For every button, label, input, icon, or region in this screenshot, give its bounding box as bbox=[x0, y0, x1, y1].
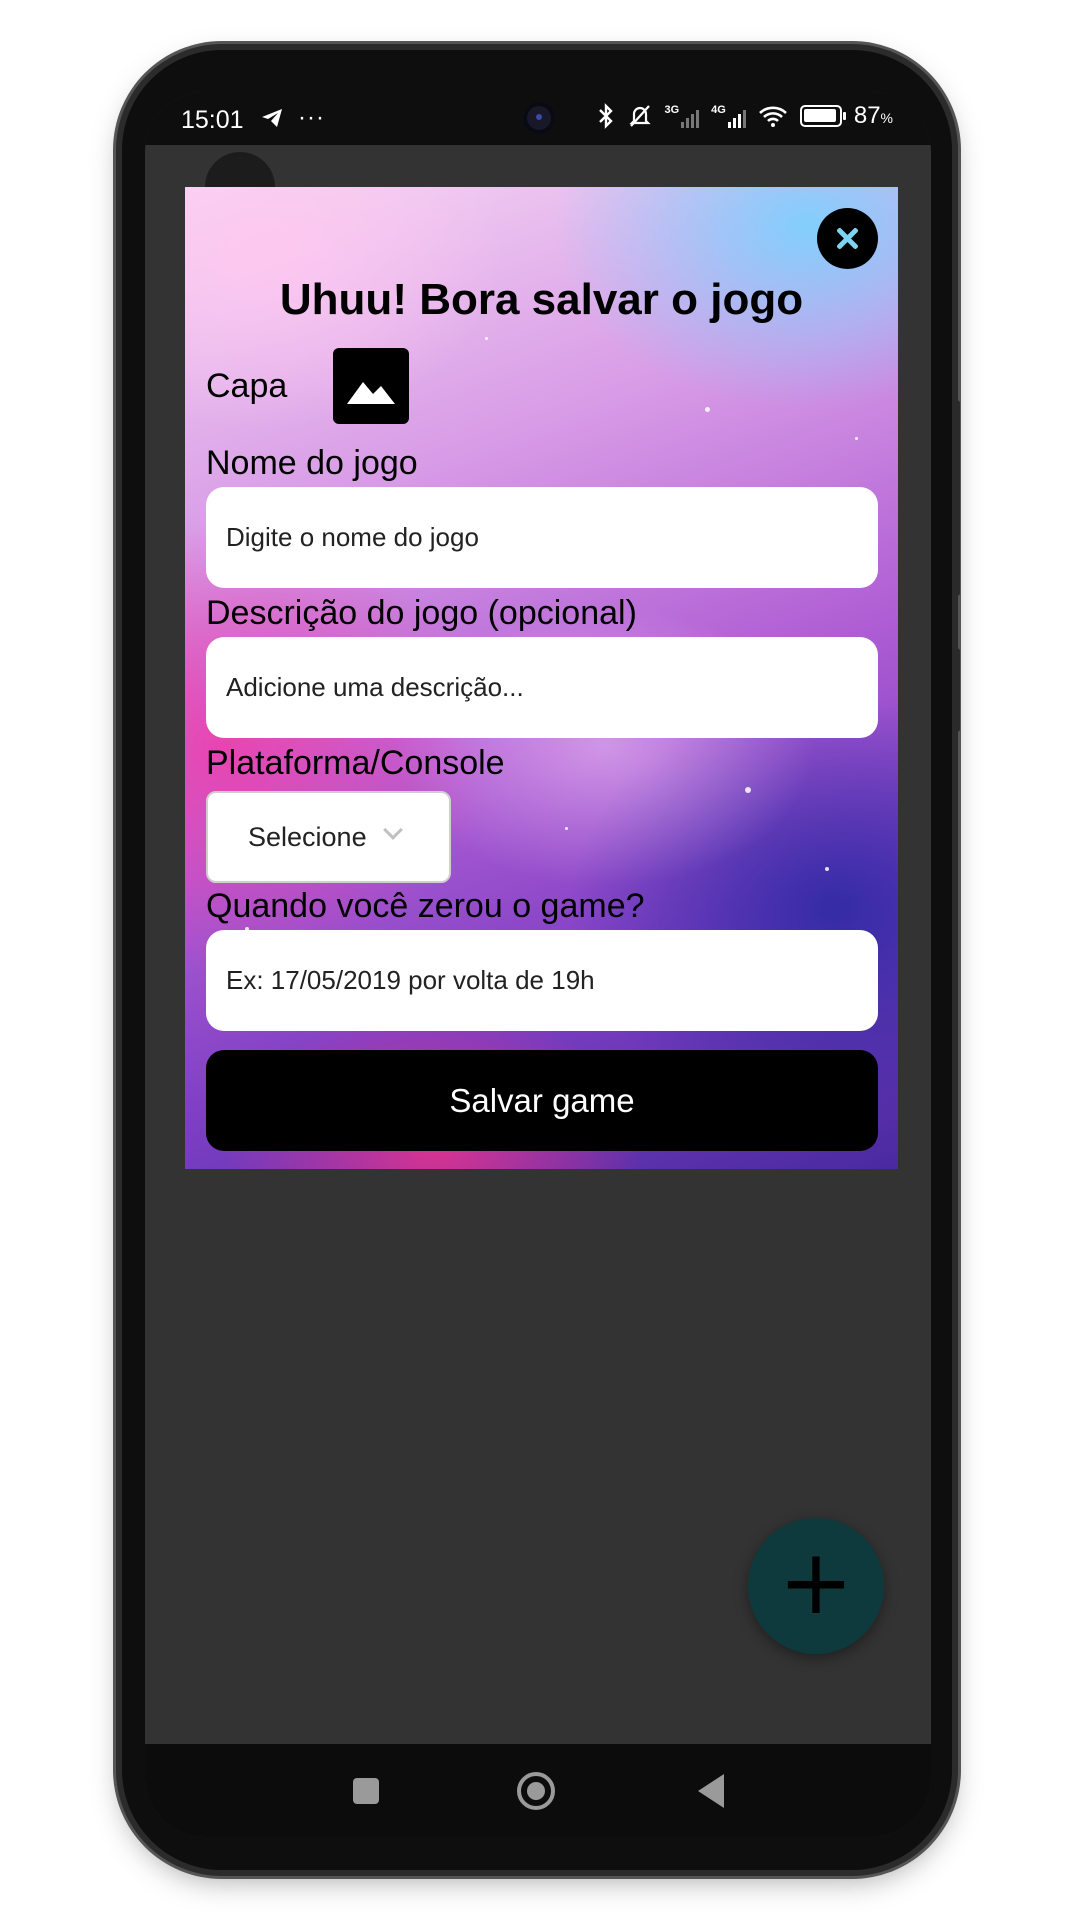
chevron-down-icon bbox=[383, 820, 403, 840]
game-name-label: Nome do jogo bbox=[206, 444, 418, 482]
status-bar: 15:01 ··· 3G 4G 87% bbox=[145, 92, 931, 145]
finished-date-input[interactable]: Ex: 17/05/2019 por volta de 19h bbox=[206, 930, 878, 1031]
game-name-input[interactable]: Digite o nome do jogo bbox=[206, 487, 878, 588]
plus-icon: + bbox=[778, 1530, 854, 1635]
system-navigation-bar bbox=[145, 1744, 931, 1837]
add-game-button[interactable]: + bbox=[748, 1518, 884, 1654]
power-button bbox=[952, 648, 960, 732]
save-game-button[interactable]: Salvar game bbox=[206, 1050, 878, 1151]
platform-label: Plataforma/Console bbox=[206, 744, 505, 782]
signal-4g-icon: 4G bbox=[711, 104, 746, 128]
bluetooth-icon bbox=[599, 103, 614, 129]
telegram-icon bbox=[262, 109, 282, 127]
back-button[interactable] bbox=[698, 1774, 724, 1808]
battery-icon bbox=[799, 105, 846, 127]
save-game-modal: Uhuu! Bora salvar o jogo Capa Nome do jo… bbox=[185, 187, 898, 1169]
volume-button bbox=[952, 400, 960, 596]
front-camera bbox=[523, 102, 555, 134]
platform-select-value: Selecione bbox=[248, 822, 367, 852]
wifi-icon bbox=[758, 106, 787, 127]
finished-date-label: Quando você zerou o game? bbox=[206, 887, 645, 925]
home-button[interactable] bbox=[517, 1772, 555, 1810]
recent-apps-button[interactable] bbox=[353, 1778, 379, 1804]
muted-bell-icon bbox=[629, 105, 652, 127]
more-notifications-icon: ··· bbox=[298, 104, 325, 131]
description-input[interactable]: Adicione uma descrição... bbox=[206, 637, 878, 738]
platform-select[interactable]: Selecione bbox=[206, 791, 451, 883]
screen: 15:01 ··· 3G 4G 87% Uhuu! Bora salvar o … bbox=[145, 92, 931, 1837]
close-button[interactable] bbox=[817, 208, 878, 269]
battery-level: 87% bbox=[853, 102, 893, 129]
status-time: 15:01 bbox=[181, 106, 244, 134]
cover-label: Capa bbox=[206, 367, 288, 405]
description-label: Descrição do jogo (opcional) bbox=[206, 594, 637, 632]
modal-title: Uhuu! Bora salvar o jogo bbox=[279, 275, 804, 324]
signal-3g-icon: 3G bbox=[664, 104, 700, 128]
image-picker-icon[interactable] bbox=[333, 348, 409, 424]
